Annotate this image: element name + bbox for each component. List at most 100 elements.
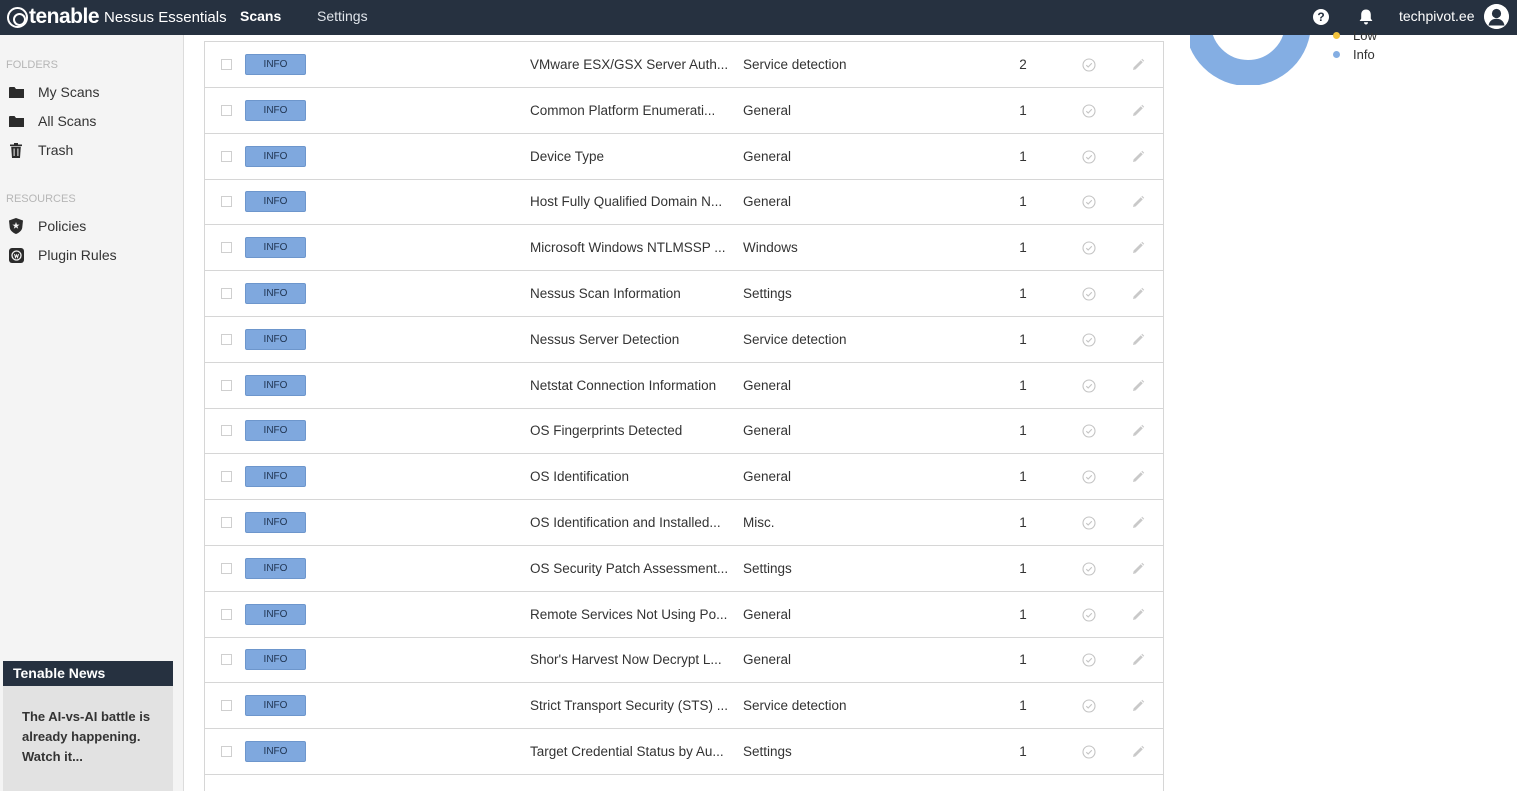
- table-row[interactable]: INFO VMware ESX/GSX Server Auth... Service…: [205, 42, 1163, 88]
- pencil-icon[interactable]: [1131, 150, 1145, 164]
- row-checkbox[interactable]: [221, 59, 232, 70]
- check-circle-icon[interactable]: [1082, 379, 1096, 393]
- plugin-name[interactable]: Common Platform Enumerati...: [530, 88, 730, 134]
- pencil-icon[interactable]: [1131, 653, 1145, 667]
- plugin-name[interactable]: Device Type: [530, 134, 730, 180]
- sidebar-item-my-scans[interactable]: My Scans: [8, 81, 99, 103]
- pencil-icon[interactable]: [1131, 608, 1145, 622]
- table-row[interactable]: INFO Microsoft Windows NTLMSSP ... Windows…: [205, 225, 1163, 272]
- pencil-icon[interactable]: [1131, 424, 1145, 438]
- check-circle-icon[interactable]: [1082, 608, 1096, 622]
- check-circle-icon[interactable]: [1082, 241, 1096, 255]
- row-checkbox[interactable]: [221, 333, 232, 345]
- check-circle-icon[interactable]: [1082, 470, 1096, 484]
- table-row[interactable]: INFO OS Fingerprints Detected General 1: [205, 408, 1163, 455]
- check-circle-icon[interactable]: [1082, 424, 1096, 438]
- row-checkbox[interactable]: [221, 425, 232, 437]
- table-row[interactable]: INFO OS Security Patch Assessment... Setti…: [205, 546, 1163, 592]
- check-circle-icon[interactable]: [1082, 58, 1096, 72]
- row-checkbox[interactable]: [221, 242, 232, 254]
- pencil-icon[interactable]: [1131, 379, 1145, 393]
- pencil-icon[interactable]: [1131, 333, 1145, 347]
- logo-product-text: Nessus Essentials: [104, 8, 227, 26]
- row-checkbox[interactable]: [221, 379, 232, 391]
- plugin-count: 1: [1019, 194, 1027, 210]
- plugin-name[interactable]: Netstat Connection Information: [530, 363, 730, 409]
- table-row[interactable]: INFO Shor's Harvest Now Decrypt L... Gener…: [205, 637, 1163, 684]
- pencil-icon[interactable]: [1131, 699, 1145, 713]
- row-checkbox[interactable]: [221, 608, 232, 620]
- news-body[interactable]: The AI-vs-AI battle is already happening…: [3, 686, 173, 767]
- plugin-name[interactable]: Nessus Scan Information: [530, 271, 730, 317]
- table-row[interactable]: INFO Nessus Scan Information Settings 1: [205, 271, 1163, 317]
- tenable-logo[interactable]: tenable Nessus Essentials: [7, 5, 227, 29]
- row-checkbox[interactable]: [221, 562, 232, 574]
- pencil-icon[interactable]: [1131, 287, 1145, 301]
- nav-scans[interactable]: Scans: [240, 0, 281, 35]
- table-row[interactable]: INFO Device Type General 1: [205, 134, 1163, 180]
- folders-section-label: FOLDERS: [6, 59, 58, 71]
- table-row[interactable]: INFO Remote Services Not Using Po... Gener…: [205, 592, 1163, 638]
- sidebar-item-all-scans[interactable]: All Scans: [8, 110, 96, 132]
- check-circle-icon[interactable]: [1082, 195, 1096, 209]
- bell-icon[interactable]: [1357, 8, 1375, 26]
- pencil-icon[interactable]: [1131, 470, 1145, 484]
- row-checkbox[interactable]: [221, 288, 232, 299]
- check-circle-icon[interactable]: [1082, 745, 1096, 759]
- plugin-family: General: [743, 652, 792, 668]
- plugin-name[interactable]: OS Security Patch Assessment...: [530, 546, 730, 592]
- check-circle-icon[interactable]: [1082, 699, 1096, 713]
- row-checkbox[interactable]: [221, 196, 232, 208]
- check-circle-icon[interactable]: [1082, 333, 1096, 347]
- help-icon[interactable]: ?: [1313, 9, 1329, 25]
- nav-settings[interactable]: Settings: [317, 0, 368, 35]
- pencil-icon[interactable]: [1131, 104, 1145, 118]
- row-checkbox[interactable]: [221, 150, 232, 162]
- pencil-icon[interactable]: [1131, 241, 1145, 255]
- plugin-name[interactable]: Strict Transport Security (STS) ...: [530, 683, 730, 729]
- table-row[interactable]: INFO Common Platform Enumerati... General 1: [205, 88, 1163, 134]
- table-row[interactable]: INFO Nessus Server Detection Service detec…: [205, 317, 1163, 363]
- pencil-icon[interactable]: [1131, 58, 1145, 72]
- table-row[interactable]: INFO Target Credential Status by Au... Set…: [205, 729, 1163, 775]
- plugin-name[interactable]: Nessus Server Detection: [530, 317, 730, 363]
- plugin-name[interactable]: Microsoft Windows NTLMSSP ...: [530, 225, 730, 271]
- row-checkbox[interactable]: [221, 517, 232, 528]
- check-circle-icon[interactable]: [1082, 287, 1096, 301]
- row-checkbox[interactable]: [221, 700, 232, 712]
- plugin-name[interactable]: Shor's Harvest Now Decrypt L...: [530, 637, 730, 683]
- donut-slice-info[interactable]: [1190, 35, 1310, 85]
- severity-badge: INFO: [245, 603, 306, 625]
- check-circle-icon[interactable]: [1082, 516, 1096, 530]
- sidebar-item-trash[interactable]: Trash: [8, 139, 73, 161]
- row-checkbox[interactable]: [221, 471, 232, 483]
- plugin-name[interactable]: OS Identification and Installed...: [530, 500, 730, 546]
- row-checkbox[interactable]: [221, 746, 232, 757]
- tenable-logo-icon: [7, 6, 28, 28]
- check-circle-icon[interactable]: [1082, 562, 1096, 576]
- plugin-name[interactable]: OS Fingerprints Detected: [530, 408, 730, 454]
- plugin-name[interactable]: Target Credential Status by Au...: [530, 729, 730, 775]
- pencil-icon[interactable]: [1131, 562, 1145, 576]
- check-circle-icon[interactable]: [1082, 653, 1096, 667]
- plugin-name[interactable]: Host Fully Qualified Domain N...: [530, 179, 730, 225]
- check-circle-icon[interactable]: [1082, 150, 1096, 164]
- pencil-icon[interactable]: [1131, 516, 1145, 530]
- pencil-icon[interactable]: [1131, 195, 1145, 209]
- plugin-name[interactable]: VMware ESX/GSX Server Auth...: [530, 42, 730, 88]
- row-checkbox[interactable]: [221, 654, 232, 666]
- row-checkbox[interactable]: [221, 104, 232, 116]
- plugin-name[interactable]: Remote Services Not Using Po...: [530, 592, 730, 638]
- check-circle-icon[interactable]: [1082, 104, 1096, 118]
- table-row[interactable]: INFO Host Fully Qualified Domain N... Gene…: [205, 179, 1163, 226]
- sidebar-item-policies[interactable]: Policies: [8, 215, 86, 237]
- user-avatar-icon[interactable]: [1484, 4, 1509, 29]
- table-row[interactable]: INFO OS Identification and Installed... Mi…: [205, 500, 1163, 546]
- username[interactable]: techpivot.ee: [1399, 0, 1475, 33]
- table-row[interactable]: INFO Strict Transport Security (STS) ... S…: [205, 683, 1163, 730]
- table-row[interactable]: INFO OS Identification General 1: [205, 454, 1163, 501]
- pencil-icon[interactable]: [1131, 745, 1145, 759]
- sidebar-item-plugin-rules[interactable]: Plugin Rules: [8, 244, 117, 266]
- table-row[interactable]: INFO Netstat Connection Information Genera…: [205, 363, 1163, 409]
- plugin-name[interactable]: OS Identification: [530, 454, 730, 500]
